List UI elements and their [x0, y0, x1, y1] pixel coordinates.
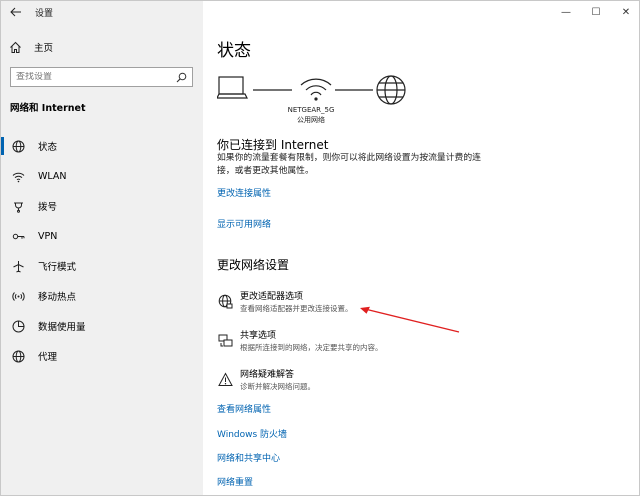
data-usage-icon [10, 318, 26, 334]
annotation-arrow [359, 305, 463, 335]
view-network-properties-link[interactable]: 查看网络属性 [217, 402, 271, 415]
sidebar-item-airplane[interactable]: 飞行模式 [1, 251, 203, 281]
sidebar: 设置 主页 网络和 Internet 状态 WL [1, 1, 203, 496]
change-connection-properties-link[interactable]: 更改连接属性 [217, 186, 271, 199]
dialup-icon [10, 198, 26, 214]
wifi-icon [10, 168, 26, 184]
window-controls: — ☐ ✕ [551, 1, 640, 23]
laptop-icon [217, 77, 247, 98]
sidebar-item-wlan[interactable]: WLAN [1, 161, 203, 191]
option-description: 诊断并解决网络问题。 [240, 381, 315, 392]
settings-window: 设置 主页 网络和 Internet 状态 WL [0, 0, 640, 496]
close-button[interactable]: ✕ [611, 1, 640, 23]
minimize-button[interactable]: — [551, 1, 581, 23]
sidebar-item-label: 代理 [38, 349, 57, 363]
globe-status-icon [10, 138, 26, 154]
sidebar-item-dialup[interactable]: 拨号 [1, 191, 203, 221]
network-type: 公用网络 [287, 115, 335, 125]
warning-icon [217, 371, 233, 387]
sharing-icon [217, 332, 233, 348]
sidebar-item-label: VPN [38, 231, 57, 242]
back-arrow-icon [10, 7, 22, 17]
title-bar: 设置 [1, 1, 203, 23]
sidebar-item-hotspot[interactable]: 移动热点 [1, 281, 203, 311]
connection-status-description: 如果你的流量套餐有限制，则你可以将此网络设置为按流量计费的连接，或者更改其他属性… [217, 152, 497, 178]
network-sharing-center-link[interactable]: 网络和共享中心 [217, 451, 280, 464]
sidebar-item-label: 拨号 [38, 199, 57, 213]
sharing-options[interactable]: 共享选项 根据所连接到的网络，决定要共享的内容。 [217, 330, 383, 353]
vpn-icon [10, 228, 26, 244]
option-description: 查看网络适配器并更改连接设置。 [240, 303, 353, 314]
sidebar-item-data-usage[interactable]: 数据使用量 [1, 311, 203, 341]
page-title: 状态 [217, 36, 251, 61]
internet-globe-icon [377, 76, 405, 104]
option-title: 更改适配器选项 [240, 291, 353, 303]
home-icon [9, 41, 22, 54]
option-title: 网络疑难解答 [240, 369, 315, 381]
search-input[interactable] [16, 72, 175, 82]
sidebar-item-label: 飞行模式 [38, 259, 76, 273]
airplane-icon [10, 258, 26, 274]
network-reset-link[interactable]: 网络重置 [217, 475, 253, 488]
sidebar-item-status[interactable]: 状态 [1, 131, 203, 161]
network-troubleshooter[interactable]: 网络疑难解答 诊断并解决网络问题。 [217, 369, 315, 392]
proxy-globe-icon [10, 348, 26, 364]
maximize-button[interactable]: ☐ [581, 1, 611, 23]
sidebar-nav: 状态 WLAN 拨号 VPN [1, 131, 203, 371]
connection-status-title: 你已连接到 Internet [217, 136, 328, 153]
main-content: — ☐ ✕ 状态 NETGEAR_5G 公用网络 你已连接到 Inte [203, 1, 640, 496]
sidebar-item-label: 状态 [38, 139, 57, 153]
change-network-settings-heading: 更改网络设置 [217, 256, 289, 273]
sidebar-item-label: 移动热点 [38, 289, 76, 303]
change-adapter-options[interactable]: 更改适配器选项 查看网络适配器并更改连接设置。 [217, 291, 353, 314]
home-nav[interactable]: 主页 [9, 39, 53, 55]
option-description: 根据所连接到的网络，决定要共享的内容。 [240, 342, 383, 353]
show-available-networks-link[interactable]: 显示可用网络 [217, 217, 271, 230]
sidebar-item-label: WLAN [38, 171, 67, 182]
back-button[interactable] [1, 1, 31, 23]
home-label: 主页 [34, 40, 53, 54]
search-box[interactable] [10, 67, 193, 87]
wifi-signal-icon [301, 79, 331, 101]
network-name: NETGEAR_5G [287, 105, 335, 115]
adapter-globe-icon [217, 293, 233, 309]
sidebar-item-proxy[interactable]: 代理 [1, 341, 203, 371]
app-title: 设置 [35, 6, 53, 19]
sidebar-item-label: 数据使用量 [38, 319, 86, 333]
hotspot-icon [10, 288, 26, 304]
windows-firewall-link[interactable]: Windows 防火墙 [217, 427, 287, 440]
section-label: 网络和 Internet [10, 100, 86, 114]
sidebar-item-vpn[interactable]: VPN [1, 221, 203, 251]
search-icon[interactable] [175, 71, 187, 83]
